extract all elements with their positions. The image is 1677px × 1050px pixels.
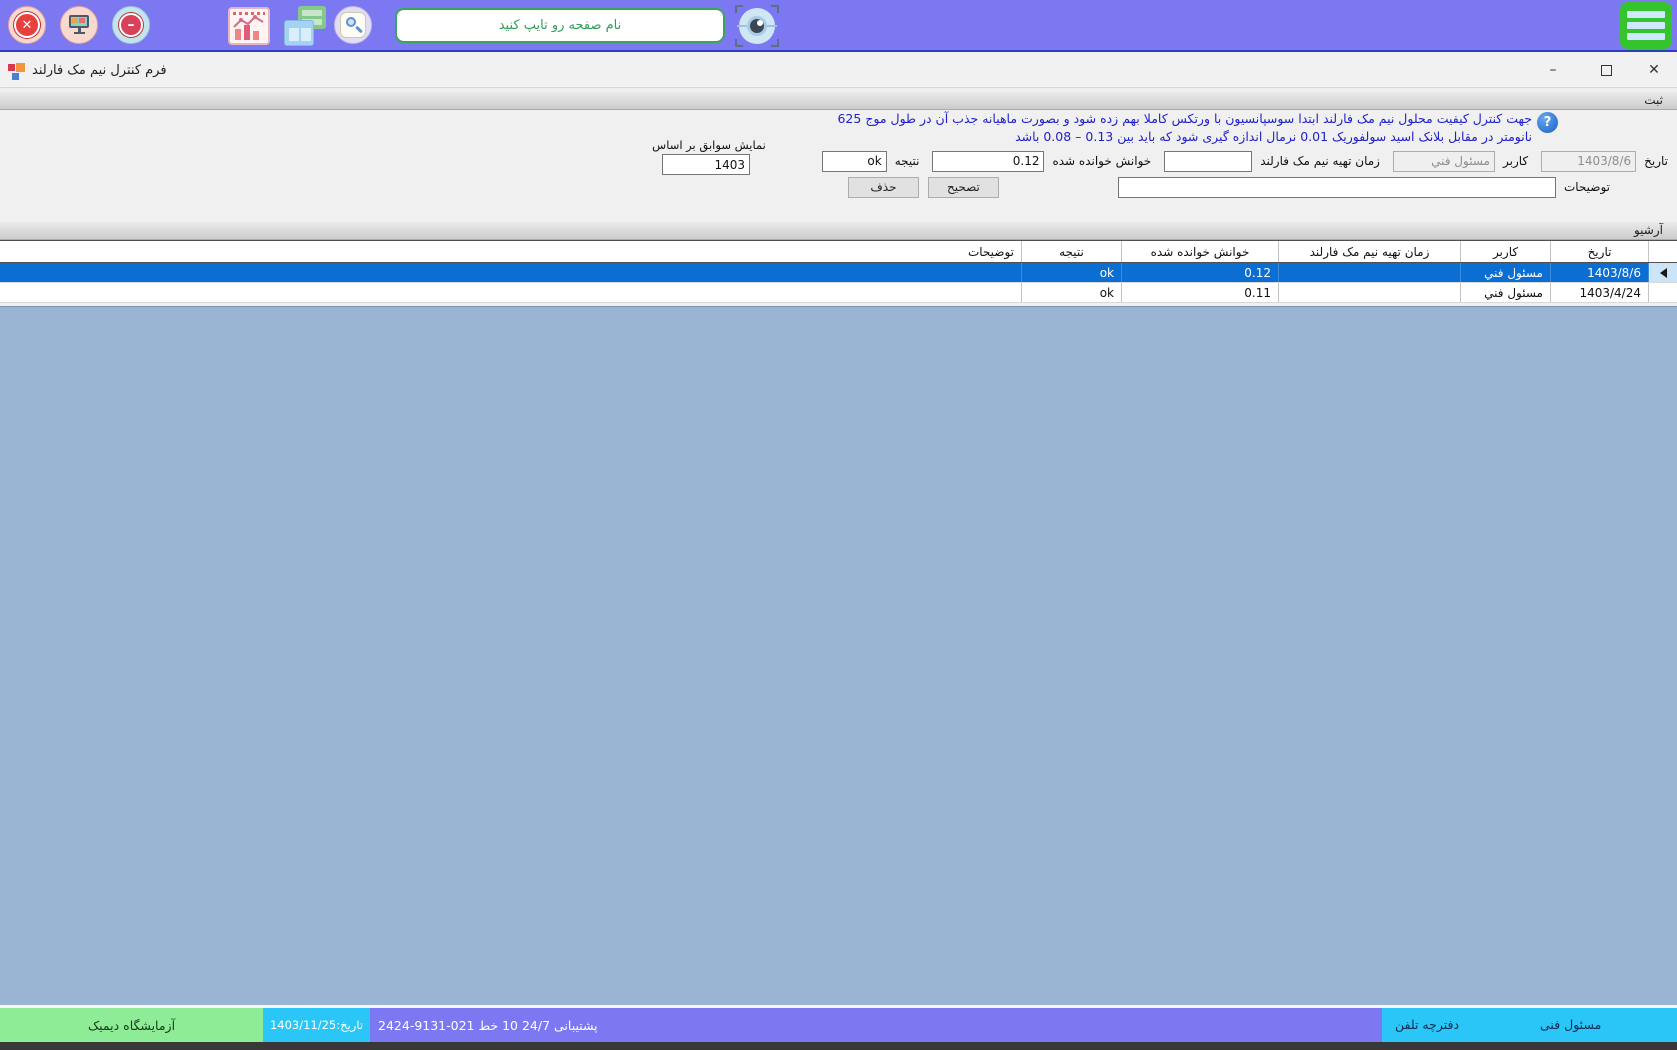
cell-prep-time[interactable] [1278,283,1460,302]
desktop-button[interactable] [60,6,98,44]
cell-result[interactable]: ok [1021,263,1121,282]
window-close-button[interactable]: ✕ [1639,58,1669,82]
col-result[interactable]: نتیجه [1021,241,1121,262]
cell-date[interactable]: 1403/8/6 [1550,263,1648,282]
row-selector-arrow-icon [1660,268,1667,278]
chart-line-icon [232,15,268,31]
eye-icon [739,8,775,44]
window-minimize-button[interactable]: – [1538,58,1568,82]
form-background-panel [0,306,1677,1005]
page-search-input[interactable] [395,8,725,43]
lab-name-badge: آزمایشگاه دیمیک [0,1008,263,1042]
tech-manager-label: مسئول فنی [1540,1017,1601,1032]
table-row[interactable]: ok 0.12 مسئول فني 1403/8/6 [0,263,1677,283]
cell-reading[interactable]: 0.11 [1121,283,1278,302]
cell-user[interactable]: مسئول فني [1460,263,1550,282]
app-window: ✕ – [0,0,1677,1050]
prep-time-label: زمان تهیه نیم مک فارلند [1260,154,1380,168]
bottom-edge-strip [0,1042,1677,1050]
reading-label: خوانش خوانده شده [1052,154,1151,168]
chart-button[interactable] [228,7,270,45]
history-year-field[interactable] [662,154,750,175]
archive-table-header: توضیحات نتیجه خوانش خوانده شده زمان تهیه… [0,241,1677,263]
result-label: نتیجه [895,154,920,168]
close-app-button[interactable]: ✕ [8,6,46,44]
search-tool-button[interactable] [334,6,372,44]
minus-icon: – [119,13,143,37]
date-label: تاریخ [1644,154,1668,168]
cell-date[interactable]: 1403/4/24 [1550,283,1648,302]
archive-table: توضیحات نتیجه خوانش خوانده شده زمان تهیه… [0,240,1677,303]
help-text-line2: نانومتر در مقابل بلانک اسید سولفوریک 0.0… [432,129,1532,144]
top-toolbar: ✕ – [0,0,1677,50]
row-selector-cell[interactable] [1648,263,1677,282]
hamburger-icon [1627,11,1665,18]
result-field[interactable] [822,151,887,172]
correct-button[interactable]: تصحیح [928,177,999,198]
table-row[interactable]: ok 0.11 مسئول فني 1403/4/24 [0,283,1677,303]
help-text-line1: جهت کنترل کیفیت محلول نیم مک فارلند ابتد… [432,111,1532,126]
user-label: کاربر [1503,154,1528,168]
col-date[interactable]: تاریخ [1550,241,1648,262]
blue-tile-icon [284,20,314,46]
support-phone-text: پشتیبانی 24/7 10 خط 021-9131-2424 [378,1008,598,1042]
col-row-selector [1648,241,1677,262]
monitor-icon [68,15,90,35]
maximize-icon [1601,65,1612,76]
cell-prep-time[interactable] [1278,263,1460,282]
window-titlebar: فرم کنترل نیم مک فارلند [0,50,1677,88]
statusbar-right-panel: دفترچه تلفن مسئول فنی [1382,1008,1677,1042]
form-icon [8,63,26,81]
user-field [1393,151,1495,172]
date-field [1541,151,1636,172]
help-icon[interactable]: ? [1537,112,1558,133]
register-form-row2: توضیحات تصحیح حذف [848,176,1610,198]
windows-tiles-button[interactable] [282,5,328,47]
comments-label: توضیحات [1564,180,1610,194]
col-user[interactable]: کاربر [1460,241,1550,262]
cell-reading[interactable]: 0.12 [1121,263,1278,282]
row-selector-cell[interactable] [1648,283,1677,302]
comments-field[interactable] [1118,177,1556,198]
reading-field[interactable] [932,151,1044,172]
register-section-header: ثبت [0,92,1677,110]
statusbar-date: تاریخ:1403/11/25 [263,1008,370,1042]
window-maximize-button[interactable] [1591,58,1621,82]
col-comments[interactable]: توضیحات [0,241,1021,262]
cell-user[interactable]: مسئول فني [1460,283,1550,302]
statusbar: آزمایشگاه دیمیک تاریخ:1403/11/25 پشتیبان… [0,1008,1677,1042]
col-reading[interactable]: خوانش خوانده شده [1121,241,1278,262]
minimize-app-button[interactable]: – [112,6,150,44]
delete-button[interactable]: حذف [848,177,919,198]
prep-time-field[interactable] [1164,151,1252,172]
menu-button[interactable] [1620,2,1672,49]
cell-comments[interactable] [0,283,1021,302]
col-prep-time[interactable]: زمان تهیه نیم مک فارلند [1278,241,1460,262]
window-title: فرم کنترل نیم مک فارلند [32,63,167,78]
phonebook-link[interactable]: دفترچه تلفن [1395,1017,1459,1032]
cell-result[interactable]: ok [1021,283,1121,302]
archive-section-header: آرشیو [0,222,1677,240]
cell-comments[interactable] [0,263,1021,282]
magnifier-icon [340,12,366,38]
eye-scan-button[interactable] [735,5,779,47]
close-icon: ✕ [14,12,40,38]
register-form-row1: تاریخ کاربر زمان تهیه نیم مک فارلند خوان… [822,150,1668,172]
